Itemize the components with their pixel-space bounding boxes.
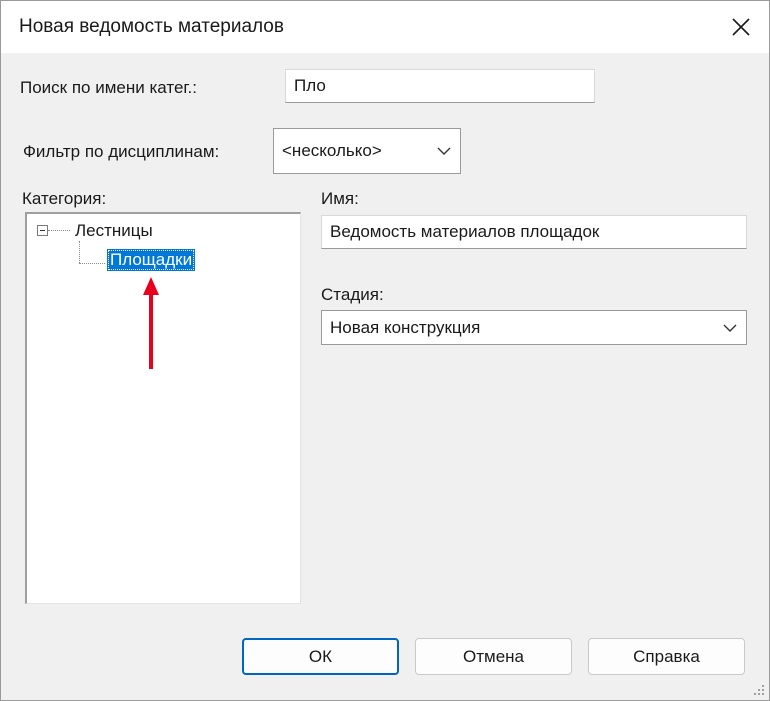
dialog-title: Новая ведомость материалов: [19, 16, 284, 37]
help-button[interactable]: Справка: [588, 638, 745, 675]
category-label: Категория:: [22, 189, 107, 208]
phase-dropdown[interactable]: Новая конструкция: [321, 310, 747, 345]
tree-connector: [79, 263, 105, 264]
tree-node-landings[interactable]: Площадки: [107, 249, 196, 271]
category-search-input[interactable]: Пло: [285, 69, 595, 103]
name-label: Имя:: [321, 189, 359, 208]
ok-button-label: ОК: [308, 646, 333, 666]
title-bar: Новая ведомость материалов: [1, 1, 769, 53]
schedule-name-value: Ведомость материалов площадок: [330, 222, 600, 241]
tree-node-stairs[interactable]: Лестницы: [75, 221, 153, 241]
resize-grip-icon[interactable]: [752, 683, 766, 697]
search-label: Поиск по имени катег.:: [20, 78, 197, 97]
discipline-filter-value: <несколько>: [282, 141, 382, 160]
tree-connector: [48, 230, 70, 231]
close-icon: [732, 18, 750, 36]
cancel-button[interactable]: Отмена: [415, 638, 572, 675]
phase-value: Новая конструкция: [330, 317, 481, 337]
collapse-expander-icon[interactable]: [37, 225, 48, 236]
schedule-name-input[interactable]: Ведомость материалов площадок: [321, 215, 747, 249]
tree-connector: [79, 241, 80, 263]
chevron-down-icon: [723, 324, 737, 332]
help-button-label: Справка: [633, 646, 700, 666]
discipline-filter-dropdown[interactable]: <несколько>: [273, 128, 461, 174]
cancel-button-label: Отмена: [463, 646, 524, 666]
annotation-arrow-icon: [143, 277, 159, 369]
phase-label: Стадия:: [321, 285, 384, 304]
category-search-value: Пло: [294, 76, 326, 95]
category-tree[interactable]: Лестницы Площадки: [25, 212, 301, 604]
chevron-down-icon: [437, 147, 451, 155]
discipline-filter-label: Фильтр по дисциплинам:: [23, 142, 220, 161]
close-button[interactable]: [721, 9, 761, 45]
ok-button[interactable]: ОК: [242, 638, 399, 675]
new-material-takeoff-dialog: Новая ведомость материалов Поиск по имен…: [0, 0, 770, 701]
